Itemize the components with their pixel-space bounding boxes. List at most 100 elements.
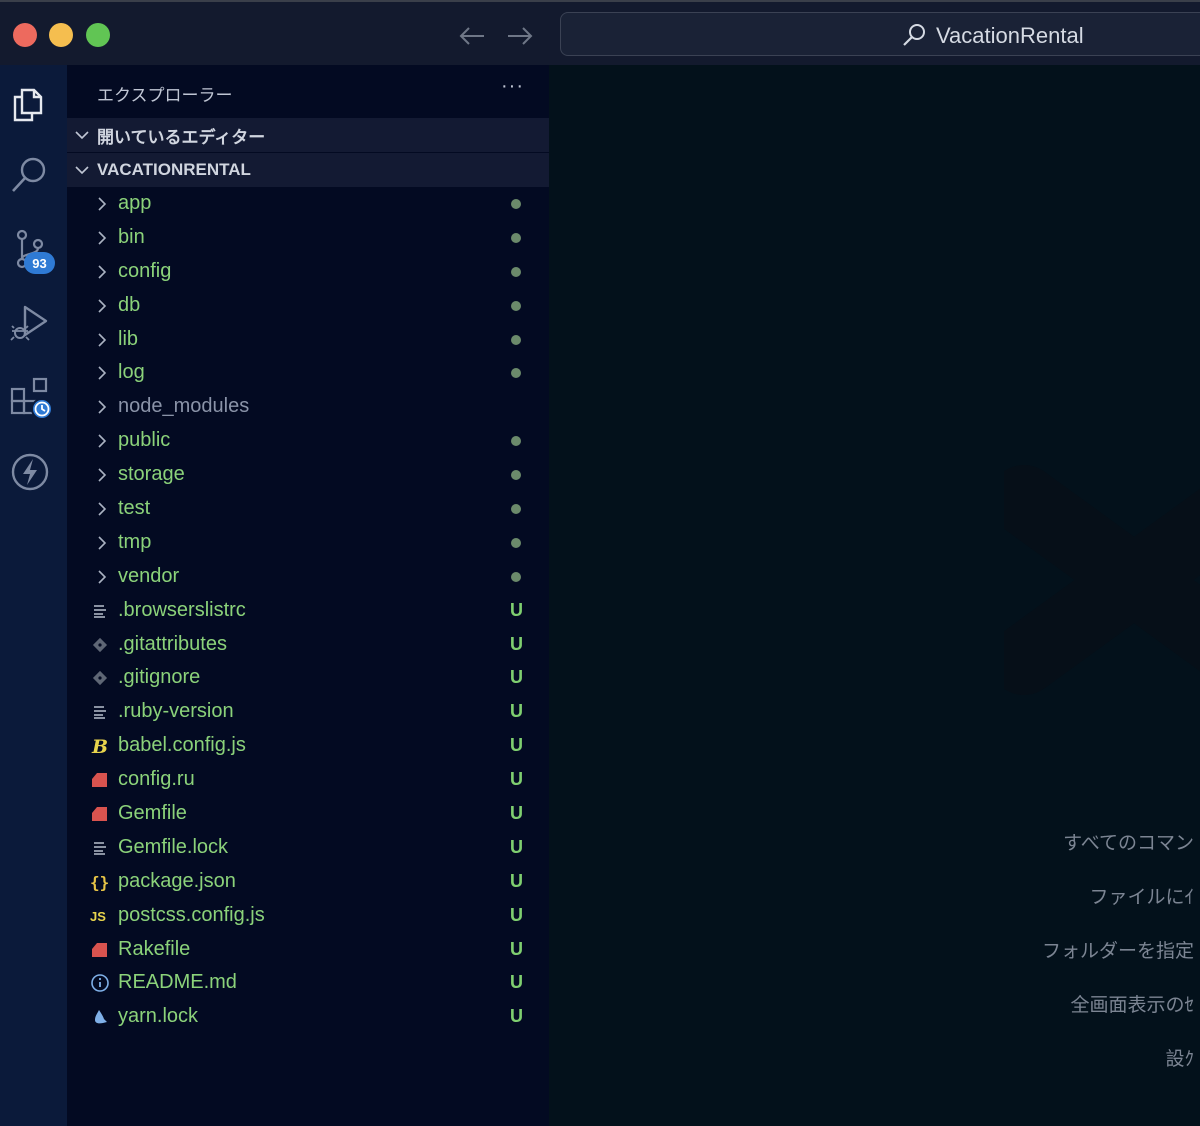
git-status-badge: U [510,904,523,925]
item-label: Gemfile.lock [118,835,229,858]
file-item[interactable]: Gemfile U [67,797,549,831]
forward-button[interactable] [502,18,538,54]
command-center[interactable]: VacationRental [560,12,1200,56]
svg-text:B: B [91,736,108,756]
hint-settings: 設ｸ [1165,1049,1194,1070]
file-item[interactable]: .browserslistrc U [67,594,549,628]
run-debug-icon[interactable] [8,301,52,345]
json-icon: {} [89,872,111,892]
chevron-right-icon [95,433,109,449]
lightning-icon[interactable] [8,450,52,494]
arrow-right-icon [508,27,533,45]
modified-dot-icon [511,436,521,447]
file-item[interactable]: .gitattributes U [67,628,549,662]
lines-icon [89,838,111,858]
editor-area: すべてのコマン ファイルにｲ フォルダーを指定 全画面表示のｾ 設ｸ [549,65,1200,1126]
item-label: config.ru [118,768,195,791]
project-section[interactable]: VACATIONRENTAL [67,153,549,187]
chevron-right-icon [95,535,109,551]
git-status-badge: U [510,972,523,993]
source-control-badge: 93 [24,252,55,274]
ruby-icon [89,940,111,960]
modified-dot-icon [511,199,521,209]
folder-item[interactable]: storage [67,458,549,492]
zoom-window-button[interactable] [86,23,110,47]
git-status-badge: U [510,633,523,654]
item-label: Rakefile [118,937,191,960]
file-item[interactable]: .ruby-version U [67,695,549,729]
file-item[interactable]: Rakefile U [67,933,549,967]
folder-item[interactable]: tmp [67,526,549,560]
item-label: .gitignore [118,666,201,689]
folder-item[interactable]: log [67,356,549,390]
extensions-icon[interactable] [8,375,52,419]
chevron-right-icon [95,467,109,483]
item-label: app [118,192,152,214]
chevron-down-icon [75,131,89,140]
hint-show-all-commands: すべてのコマン [1063,833,1194,854]
item-label: public [118,429,171,452]
file-item[interactable]: Gemfile.lock U [67,831,549,865]
folder-item[interactable]: db [67,289,549,323]
git-status-badge: U [510,769,523,790]
item-label: .browserslistrc [118,598,246,621]
file-item[interactable]: README.md U [67,966,549,1000]
file-item[interactable]: yarn.lock U [67,1000,549,1034]
open-editors-section[interactable]: 開いているエディター [67,118,549,152]
folder-item[interactable]: public [67,424,549,458]
more-actions-button[interactable]: ··· [501,75,529,103]
project-label: VACATIONRENTAL [97,160,251,179]
minimize-window-button[interactable] [49,23,73,47]
info-icon [89,973,111,993]
hint-open-folder: フォルダーを指定 [1041,941,1194,962]
close-window-button[interactable] [13,23,37,47]
folder-item[interactable]: vendor [67,560,549,594]
modified-dot-icon [511,537,521,548]
item-label: README.md [118,971,237,994]
folder-item[interactable]: config [67,255,549,289]
item-label: .ruby-version [118,700,234,723]
item-label: yarn.lock [118,1005,199,1028]
chevron-right-icon [95,332,109,348]
git-status-badge: U [510,667,523,688]
chevron-right-icon [95,196,109,212]
files-icon[interactable] [8,81,52,125]
title-bar: VacationRental [0,0,1200,65]
git-icon [89,668,111,688]
git-status-badge: U [510,803,523,824]
search-icon[interactable] [8,153,52,197]
search-icon [903,24,925,46]
lines-icon [89,601,111,621]
ruby-icon [89,770,111,790]
item-label: tmp [118,530,152,553]
file-item[interactable]: JS postcss.config.js U [67,899,549,933]
arrow-left-icon [459,27,484,45]
folder-item[interactable]: node_modules [67,390,549,424]
git-status-badge: U [510,870,523,891]
item-label: babel.config.js [118,734,246,757]
item-label: db [118,293,141,316]
modified-dot-icon [511,368,521,379]
git-status-badge: U [510,735,523,756]
modified-dot-icon [511,470,521,481]
item-label: log [118,361,145,384]
item-label: bin [118,225,145,248]
explorer-title: エクスプローラー [97,86,233,105]
item-label: lib [118,327,139,350]
file-tree: app bin config db lib log node_modulespublic st… [67,187,549,1034]
modified-dot-icon [511,504,521,515]
file-item[interactable]: Bbabel.config.js U [67,729,549,763]
babel-icon: B [89,736,111,756]
modified-dot-icon [511,300,521,311]
folder-item[interactable]: lib [67,323,549,357]
git-status-badge: U [510,701,523,722]
chevron-right-icon [95,298,109,314]
file-item[interactable]: {} package.json U [67,865,549,899]
folder-item[interactable]: bin [67,221,549,255]
chevron-right-icon [95,365,109,381]
file-item[interactable]: .gitignore U [67,661,549,695]
back-button[interactable] [454,18,490,54]
file-item[interactable]: config.ru U [67,763,549,797]
folder-item[interactable]: app [67,187,549,221]
folder-item[interactable]: test [67,492,549,526]
